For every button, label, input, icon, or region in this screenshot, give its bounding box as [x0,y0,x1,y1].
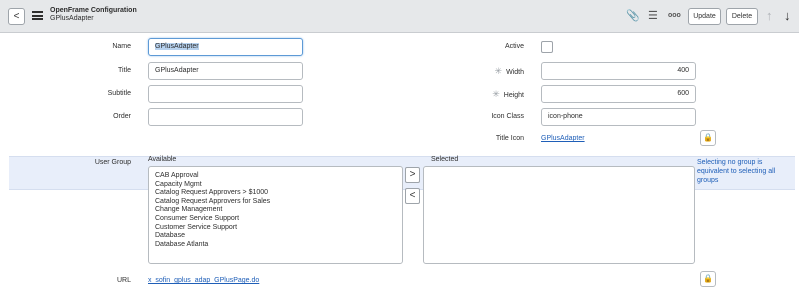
subtitle-label: Subtitle [107,90,131,97]
icon-class-label: Icon Class [491,113,524,120]
previous-record-icon[interactable]: ↑ [766,7,773,24]
list-item[interactable]: Catalog Request Approvers > $1000 [149,189,402,198]
attachment-icon[interactable]: 📎 [626,9,640,23]
list-item[interactable]: Database [149,232,402,241]
list-item[interactable]: Catalog Request Approvers for Sales [149,198,402,207]
delete-button[interactable]: Delete [726,8,758,25]
form-header: < OpenFrame Configuration GPlusAdapter 📎… [0,0,799,33]
icon-class-input[interactable]: icon-phone [541,108,696,126]
mandatory-icon: ✳ [494,66,503,76]
more-options-icon[interactable]: ooo [668,9,681,23]
name-label: Name [112,43,131,50]
url-lock-button[interactable]: 🔒 [700,271,716,287]
user-group-hint: Selecting no group is equivalent to sele… [697,159,776,184]
hamburger-menu-icon[interactable] [32,11,43,20]
url-link[interactable]: x_sofin_gplus_adap_GPlusPage.do [148,276,259,286]
add-group-button[interactable]: > [405,167,420,183]
settings-sliders-icon[interactable]: ☰ [648,9,658,23]
active-label: Active [504,43,524,50]
available-list-label: Available [148,156,177,163]
list-item[interactable]: Capacity Mgmt [149,181,402,190]
remove-group-button[interactable]: < [405,188,420,204]
list-item[interactable]: Database Atlanta [149,241,402,250]
height-input[interactable]: 600 [541,85,696,103]
title-icon-label: Title Icon [495,135,524,142]
title-icon-lock-button[interactable]: 🔒 [700,130,716,146]
title-label: Title [118,67,131,74]
next-record-icon[interactable]: ↓ [784,7,791,24]
selected-list-label: Selected [431,156,459,163]
user-group-label: User Group [94,159,131,166]
name-input[interactable]: GPlusAdapter [148,38,303,56]
lock-icon: 🔒 [703,274,713,283]
back-button[interactable]: < [8,8,25,25]
list-item[interactable]: Customer Service Support [149,224,402,233]
width-input[interactable]: 400 [541,62,696,80]
width-label: ✳ Width [494,66,524,76]
subtitle-input[interactable] [148,85,303,103]
title-icon-link[interactable]: GPlusAdapter [541,134,585,144]
list-item[interactable]: CAB Approval [149,172,402,181]
update-button[interactable]: Update [688,8,721,25]
lock-icon: 🔒 [703,133,713,142]
available-groups-list[interactable]: CAB Approval Capacity Mgmt Catalog Reque… [148,166,403,264]
form-record-name: GPlusAdapter [50,15,94,22]
active-checkbox[interactable] [541,41,553,53]
mandatory-icon: ✳ [492,89,500,99]
list-item[interactable]: Consumer Service Support [149,215,402,224]
selected-groups-list[interactable] [423,166,695,264]
order-label: Order [113,113,131,120]
order-input[interactable] [148,108,303,126]
title-input[interactable]: GPlusAdapter [148,62,303,80]
url-label: URL [116,277,131,284]
height-label: ✳ Height [492,89,524,99]
list-item[interactable]: Change Management [149,206,402,215]
